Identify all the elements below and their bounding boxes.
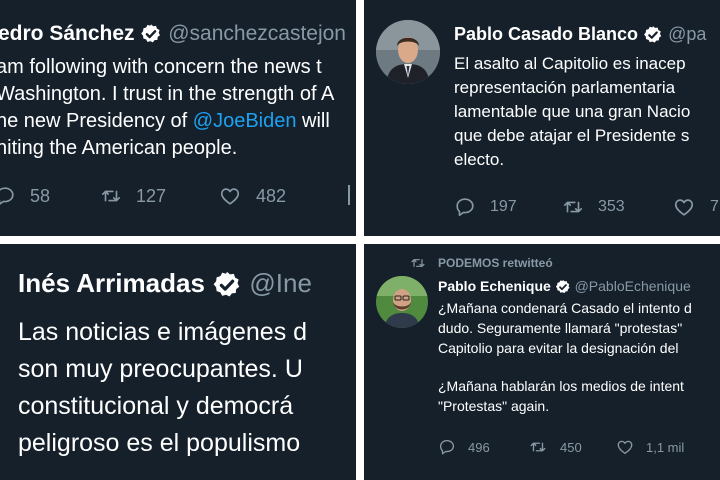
tweet-line: ¿Mañana hablarán los medios de intent [438, 378, 684, 394]
tweet-line: dudo. Seguramente llamará "protestas" [438, 320, 683, 336]
retweet-count: 127 [136, 185, 167, 206]
author-handle[interactable]: @pa [668, 24, 706, 44]
tweet-line: que debe atajar el Presidente s [454, 126, 690, 145]
author-handle[interactable]: @PabloEchenique [575, 278, 691, 294]
author-name[interactable]: Pablo Echenique [438, 278, 551, 294]
retweet-count: 353 [598, 198, 625, 215]
reply-button[interactable]: 58 [0, 185, 50, 207]
share-button[interactable] [348, 185, 354, 205]
tweet-line: Capitolio para evitar la designación del [438, 340, 679, 356]
retweet-button[interactable]: 450 [528, 438, 582, 456]
author-name[interactable]: Pablo Casado Blanco [454, 24, 638, 44]
reply-count: 496 [468, 439, 490, 455]
like-count: 482 [256, 185, 287, 206]
tweet-panel-sanchez: edro Sánchez @sanchezcastejon am followi… [0, 0, 356, 236]
verified-badge-icon [140, 23, 162, 45]
tweet-line: electo. [454, 150, 505, 169]
tweet-line: "Protestas" again. [438, 398, 550, 414]
like-icon [218, 185, 242, 207]
retweet-count: 450 [560, 439, 582, 455]
like-button[interactable]: 7 [672, 196, 719, 218]
mention-link[interactable]: @JoeBiden [193, 110, 297, 132]
avatar[interactable] [376, 276, 428, 328]
tweet-line: El asalto al Capitolio es inacep [454, 54, 686, 73]
retweet-icon [408, 255, 428, 271]
retweet-context: PODEMOS retwitteó [408, 254, 553, 272]
reply-icon [438, 438, 456, 456]
author-handle[interactable]: @Ine [249, 268, 312, 298]
reply-count: 58 [30, 185, 51, 206]
avatar[interactable] [376, 20, 440, 84]
tweet-header: Pablo Casado Blanco @pa [454, 22, 706, 46]
tweet-text: am following with concern the news t Was… [0, 54, 356, 162]
share-icon [348, 185, 354, 205]
tweet-line-text: he new Presidency of [0, 110, 193, 132]
tweet-line: peligroso es el populismo [18, 429, 301, 457]
tweet-line: representación parlamentaria [454, 78, 676, 97]
author-name[interactable]: edro Sánchez [0, 22, 135, 45]
reply-count: 197 [490, 198, 517, 215]
retweet-button[interactable]: 127 [98, 185, 166, 207]
verified-badge-icon [212, 270, 242, 300]
reply-icon [454, 196, 476, 218]
like-icon [672, 196, 696, 218]
tweet-header: edro Sánchez @sanchezcastejon [0, 20, 346, 48]
retweet-icon [528, 438, 548, 456]
tweet-line: constitucional y democrá [18, 392, 294, 420]
tweet-header: Pablo Echenique @PabloEchenique [438, 276, 691, 296]
like-button[interactable]: 482 [218, 185, 286, 207]
reply-button[interactable]: 197 [454, 196, 517, 218]
like-icon [616, 438, 634, 456]
tweet-text: ¿Mañana condenará Casado el intento d du… [438, 298, 692, 416]
retweet-button[interactable]: 353 [560, 196, 625, 218]
tweet-panel-echenique: PODEMOS retwitteó Pablo Echenique @Pablo… [364, 244, 720, 480]
like-count: 7 [710, 198, 719, 215]
tweet-line: son muy preocupantes. U [18, 355, 303, 383]
retweet-icon [98, 185, 124, 207]
tweet-line: ¿Mañana condenará Casado el intento d [438, 300, 692, 316]
like-button[interactable]: 1,1 mil [616, 438, 684, 456]
tweet-panel-casado: Pablo Casado Blanco @pa El asalto al Cap… [364, 0, 720, 236]
tweet-line-text: will [296, 110, 330, 132]
tweet-line: niting the American people. [0, 137, 238, 159]
tweet-line: am following with concern the news t [0, 56, 322, 78]
verified-badge-icon [643, 25, 663, 45]
tweet-text: El asalto al Capitolio es inacep represe… [454, 52, 690, 172]
tweet-line: Washington. I trust in the strength of A [0, 83, 335, 105]
tweet-header: Inés Arrimadas @Ine [18, 266, 312, 300]
author-name[interactable]: Inés Arrimadas [18, 268, 205, 298]
tweet-line: lamentable que una gran Nacio [454, 102, 691, 121]
tweet-text: Las noticias e imágenes d son muy preocu… [18, 314, 307, 462]
tweet-line: he new Presidency of @JoeBiden will [0, 108, 356, 135]
author-handle[interactable]: @sanchezcastejon [168, 22, 346, 45]
reply-icon [0, 185, 16, 207]
like-count: 1,1 mil [646, 439, 685, 455]
tweet-line: Las noticias e imágenes d [18, 318, 308, 346]
retweeted-by-label[interactable]: PODEMOS retwitteó [438, 254, 553, 272]
tweet-panel-arrimadas: Inés Arrimadas @Ine Las noticias e imáge… [0, 244, 356, 480]
retweet-icon [560, 196, 586, 218]
avatar-photo [376, 276, 428, 328]
verified-badge-icon [555, 279, 571, 295]
reply-button[interactable]: 496 [438, 438, 490, 456]
avatar-photo [376, 20, 440, 84]
